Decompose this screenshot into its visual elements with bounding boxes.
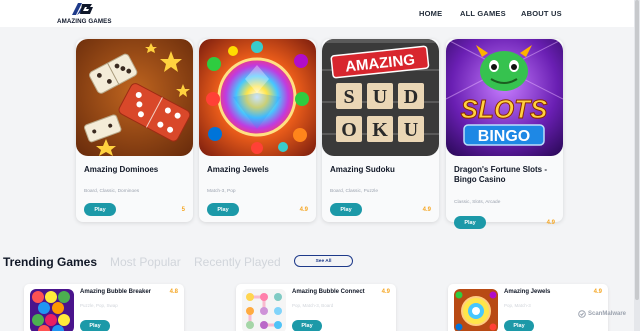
game-title[interactable]: Amazing Jewels bbox=[504, 289, 550, 295]
tab-trending-games[interactable]: Trending Games bbox=[3, 255, 97, 269]
play-button[interactable]: Play bbox=[80, 320, 110, 331]
game-title[interactable]: Amazing Bubble Breaker bbox=[80, 289, 151, 295]
game-thumbnail[interactable] bbox=[30, 289, 74, 331]
game-rating: 5 bbox=[181, 207, 185, 213]
game-thumbnail[interactable] bbox=[76, 39, 193, 156]
thumb-letter: K bbox=[372, 119, 388, 141]
game-thumbnail[interactable] bbox=[199, 39, 316, 156]
thumb-letter: O bbox=[341, 119, 357, 141]
game-title[interactable]: Amazing Bubble Connect bbox=[292, 289, 365, 295]
play-button[interactable]: Play bbox=[454, 216, 486, 229]
play-button[interactable]: Play bbox=[84, 203, 116, 216]
play-button[interactable]: Play bbox=[330, 203, 362, 216]
scanmalware-icon bbox=[578, 310, 586, 318]
see-all-button[interactable]: See All bbox=[294, 255, 353, 267]
play-button[interactable]: Play bbox=[504, 320, 534, 331]
game-tags: Classic, Slots, Arcade bbox=[454, 200, 501, 205]
tab-most-popular[interactable]: Most Popular bbox=[110, 255, 181, 269]
page-scrollbar-thumb[interactable] bbox=[635, 0, 639, 300]
game-rating: 4.9 bbox=[299, 207, 308, 213]
game-rating: 4.8 bbox=[169, 289, 178, 295]
trending-game-card[interactable]: Amazing Bubble Connect 4.9 Pop, Match-3,… bbox=[236, 284, 396, 331]
game-rating: 4.9 bbox=[422, 207, 431, 213]
game-card[interactable]: SLOTS BINGO Dragon's Fortune Slots - Bin… bbox=[446, 39, 563, 229]
game-card[interactable]: AMAZING S U D O K U Amazing Sudoku Board… bbox=[322, 39, 439, 222]
thumb-letter: U bbox=[373, 86, 387, 108]
brand-name: AMAZING GAMES bbox=[57, 18, 112, 25]
nav-all-games[interactable]: ALL GAMES bbox=[460, 9, 506, 18]
thumb-letter: D bbox=[404, 86, 418, 108]
game-thumbnail[interactable]: SLOTS BINGO bbox=[446, 39, 563, 156]
featured-section: Amazing Dominoes Board, Classic, Dominoe… bbox=[0, 27, 640, 235]
play-button[interactable]: Play bbox=[292, 320, 322, 331]
trending-game-card[interactable]: Amazing Bubble Breaker 4.8 Puzzle, Pop, … bbox=[24, 284, 184, 331]
game-thumbnail[interactable] bbox=[242, 289, 286, 331]
play-button[interactable]: Play bbox=[207, 203, 239, 216]
game-thumbnail[interactable] bbox=[454, 289, 498, 331]
game-card[interactable]: Amazing Jewels Match-3, Pop Play 4.9 bbox=[199, 39, 316, 222]
game-list-tabs: Trending Games Most Popular Recently Pla… bbox=[0, 252, 640, 272]
game-tags: Match-3, Pop bbox=[207, 189, 236, 194]
game-tags: Board, Classic, Puzzle bbox=[330, 189, 378, 194]
trending-game-card[interactable]: Amazing Jewels 4.9 Pop, Match-3 Play bbox=[448, 284, 608, 331]
thumb-bingo-text: BINGO bbox=[478, 128, 530, 145]
thumb-letter: U bbox=[404, 119, 418, 141]
game-rating: 4.9 bbox=[593, 289, 602, 295]
game-tags: Pop, Match-3 bbox=[504, 303, 531, 308]
game-title[interactable]: Amazing Jewels bbox=[207, 165, 311, 175]
game-title[interactable]: Amazing Sudoku bbox=[330, 165, 434, 175]
game-tags: Puzzle, Pop, Swap bbox=[80, 303, 118, 308]
game-title[interactable]: Amazing Dominoes bbox=[84, 165, 188, 175]
watermark-text: ScanMalware bbox=[588, 311, 627, 317]
game-rating: 4.9 bbox=[381, 289, 390, 295]
ag-logo-icon bbox=[72, 3, 93, 15]
thumb-slots-text: SLOTS bbox=[461, 94, 548, 124]
thumb-letter: S bbox=[343, 86, 354, 108]
nav-home[interactable]: HOME bbox=[419, 9, 442, 18]
game-tags: Pop, Match-3, Board bbox=[292, 303, 334, 308]
game-title[interactable]: Dragon's Fortune Slots - Bingo Casino bbox=[454, 165, 558, 185]
navbar: AMAZING GAMES HOME ALL GAMES ABOUT US bbox=[0, 0, 640, 27]
game-rating: 4.9 bbox=[546, 220, 555, 226]
game-card[interactable]: Amazing Dominoes Board, Classic, Dominoe… bbox=[76, 39, 193, 222]
nav-about[interactable]: ABOUT US bbox=[521, 9, 562, 18]
game-thumbnail[interactable]: AMAZING S U D O K U bbox=[322, 39, 439, 156]
game-tags: Board, Classic, Dominoes bbox=[84, 189, 140, 194]
tab-recently-played[interactable]: Recently Played bbox=[194, 255, 281, 269]
brand-logo[interactable]: AMAZING GAMES bbox=[57, 2, 112, 26]
